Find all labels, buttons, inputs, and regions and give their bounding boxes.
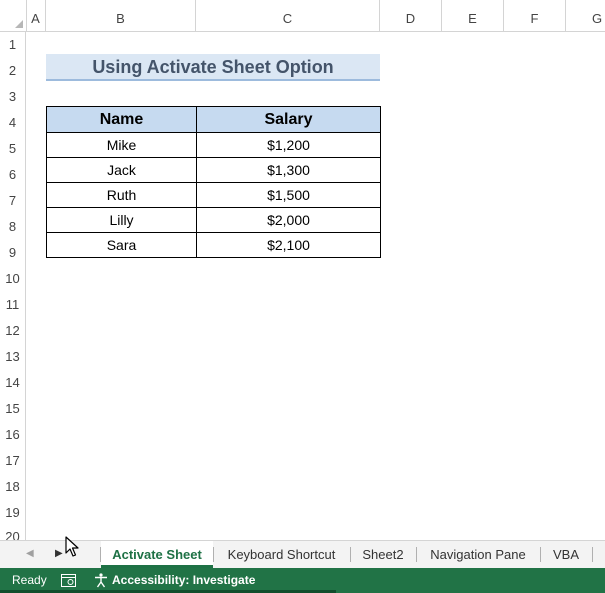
select-all-triangle-icon <box>15 20 23 28</box>
salary-table: Name Salary Mike $1,200 Jack $1,300 Ruth… <box>46 106 381 258</box>
row-header[interactable]: 3 <box>0 84 26 110</box>
tab-divider <box>592 547 593 562</box>
scroll-tabs-left-icon[interactable]: ◀ <box>26 548 34 559</box>
header-cell-name[interactable]: Name <box>46 106 197 133</box>
tab-sheet2[interactable]: Sheet2 <box>351 541 415 568</box>
tab-activate-sheet[interactable]: Activate Sheet <box>101 541 213 568</box>
row-header[interactable]: 20 <box>0 526 26 540</box>
row-header[interactable]: 12 <box>0 318 26 344</box>
row-header[interactable]: 15 <box>0 396 26 422</box>
column-header-f[interactable]: F <box>504 0 566 31</box>
table-row: Sara $2,100 <box>46 232 381 258</box>
row-header[interactable]: 6 <box>0 162 26 188</box>
accessibility-status[interactable]: Accessibility: Investigate <box>112 573 255 587</box>
table-row: Jack $1,300 <box>46 157 381 183</box>
salary-cell[interactable]: $2,100 <box>196 232 381 258</box>
row-header[interactable]: 16 <box>0 422 26 448</box>
name-cell[interactable]: Mike <box>46 132 197 158</box>
salary-cell[interactable]: $1,300 <box>196 157 381 183</box>
salary-cell[interactable]: $1,200 <box>196 132 381 158</box>
status-ready-text: Ready <box>12 573 47 587</box>
row-header[interactable]: 10 <box>0 266 26 292</box>
table-row: Lilly $2,000 <box>46 207 381 233</box>
row-header[interactable]: 18 <box>0 474 26 500</box>
row-header[interactable]: 2 <box>0 58 26 84</box>
column-header-a[interactable]: A <box>26 0 46 31</box>
salary-cell[interactable]: $1,500 <box>196 182 381 208</box>
tab-vba[interactable]: VBA <box>541 541 591 568</box>
name-cell[interactable]: Jack <box>46 157 197 183</box>
row-header[interactable]: 1 <box>0 32 26 58</box>
select-all-button[interactable] <box>0 0 27 31</box>
scroll-tabs-right-icon[interactable]: ▶ <box>55 548 63 559</box>
row-header[interactable]: 8 <box>0 214 26 240</box>
table-row: Mike $1,200 <box>46 132 381 158</box>
header-cell-salary[interactable]: Salary <box>196 106 381 133</box>
sheet-tab-bar: ◀ ▶ Activate Sheet Keyboard Shortcut She… <box>0 540 605 568</box>
column-header-c[interactable]: C <box>196 0 380 31</box>
row-header[interactable]: 14 <box>0 370 26 396</box>
row-header[interactable]: 11 <box>0 292 26 318</box>
column-header-g[interactable]: G <box>566 0 605 31</box>
salary-cell[interactable]: $2,000 <box>196 207 381 233</box>
table-header-row: Name Salary <box>46 106 381 133</box>
status-bar: Ready Accessibility: Investigate <box>0 568 605 593</box>
row-header[interactable]: 4 <box>0 110 26 136</box>
row-header[interactable]: 9 <box>0 240 26 266</box>
tab-navigation-pane[interactable]: Navigation Pane <box>417 541 539 568</box>
table-row: Ruth $1,500 <box>46 182 381 208</box>
row-header[interactable]: 19 <box>0 500 26 526</box>
tab-keyboard-shortcut[interactable]: Keyboard Shortcut <box>214 541 349 568</box>
row-header[interactable]: 17 <box>0 448 26 474</box>
column-header-b[interactable]: B <box>46 0 196 31</box>
accessibility-icon[interactable] <box>94 573 108 588</box>
column-header-d[interactable]: D <box>380 0 442 31</box>
row-header[interactable]: 7 <box>0 188 26 214</box>
row-header[interactable]: 13 <box>0 344 26 370</box>
column-header-bar: A B C D E F G <box>0 0 605 32</box>
column-header-e[interactable]: E <box>442 0 504 31</box>
macro-recording-icon[interactable] <box>61 574 76 587</box>
mouse-pointer-icon <box>65 536 79 557</box>
name-cell[interactable]: Sara <box>46 232 197 258</box>
name-cell[interactable]: Ruth <box>46 182 197 208</box>
name-cell[interactable]: Lilly <box>46 207 197 233</box>
row-header[interactable]: 5 <box>0 136 26 162</box>
sheet-title-cell[interactable]: Using Activate Sheet Option <box>46 54 380 81</box>
